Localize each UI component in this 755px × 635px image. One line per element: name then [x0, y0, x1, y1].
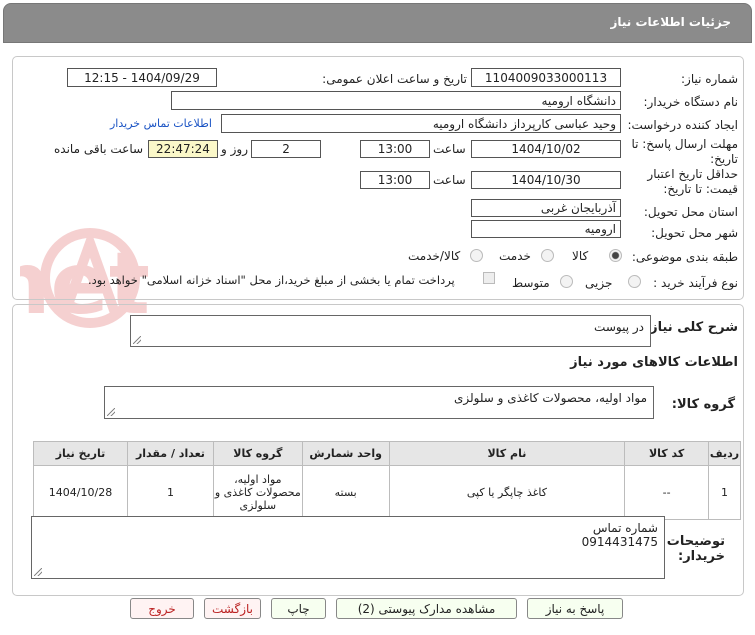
need-number-field: 1104009033000113: [471, 68, 621, 87]
purchase-radio-medium[interactable]: [560, 275, 573, 288]
cell-date: 1404/10/28: [33, 465, 128, 520]
goods-group-text: مواد اولیه، محصولات کاغذی و سلولزی: [453, 391, 647, 405]
buyer-notes-line-2: 0914431475: [581, 535, 658, 549]
purchase-type-label: نوع فرآیند خرید :: [653, 276, 738, 290]
validity-label: حداقل تاریخ اعتبار: [647, 167, 738, 181]
col-header-qty: تعداد / مقدار: [127, 441, 214, 466]
requester-field: وحید عباسی کارپرداز دانشگاه ارومیه: [221, 114, 621, 133]
view-attachments-button[interactable]: مشاهده مدارک پیوستی (2): [336, 598, 517, 619]
category-option-goods: کالا: [572, 249, 589, 263]
category-option-service: خدمت: [499, 249, 531, 263]
table-header-row: ردیف کد کالا نام کالا واحد شمارش گروه کا…: [33, 441, 741, 466]
buyer-notes-label: توضیحات: [666, 534, 725, 549]
province-field: آذربایجان غربی: [471, 199, 621, 217]
cell-qty: 1: [127, 465, 214, 520]
cell-unit: بسته: [301, 465, 390, 520]
reply-button[interactable]: پاسخ به نیاز: [527, 598, 623, 619]
remaining-time-field: 22:47:24: [148, 140, 218, 158]
cell-group: مواد اولیه، محصولات کاغذی و سلولزی: [212, 465, 303, 520]
page-title: جزئیات اطلاعات نیاز: [610, 15, 731, 29]
validity-date-field: 1404/10/30: [471, 171, 621, 189]
resize-grip-icon[interactable]: [34, 568, 42, 576]
cell-code: --: [624, 465, 710, 520]
days-label: روز و: [221, 142, 248, 156]
table-row: 1 -- کاغذ چاپگر یا کپی بسته مواد اولیه، …: [33, 465, 741, 520]
col-header-unit: واحد شمارش: [301, 441, 390, 466]
announce-field: 1404/09/29 - 12:15: [67, 68, 217, 87]
days-remaining-field: 2: [251, 140, 321, 158]
city-label: شهر محل تحویل:: [651, 226, 738, 240]
col-header-date: تاریخ نیاز: [33, 441, 128, 466]
category-radio-both[interactable]: [470, 249, 483, 262]
deadline-time-label: ساعت: [433, 142, 466, 156]
deadline-date-field: 1404/10/02: [471, 140, 621, 158]
cell-row-num: 1: [708, 465, 741, 520]
goods-group-label: گروه کالا:: [671, 397, 735, 412]
validity-time-label: ساعت: [433, 173, 466, 187]
back-button[interactable]: بازگشت: [204, 598, 261, 619]
deadline-label-2: تاریخ:: [710, 152, 738, 166]
buyer-notes-label-2: خریدار:: [678, 549, 725, 564]
cell-name: کاغذ چاپگر یا کپی: [388, 465, 626, 520]
description-textarea[interactable]: در پیوست: [130, 315, 651, 347]
buyer-notes-line-1: شماره تماس: [592, 521, 658, 535]
validity-label-2: قیمت: تا تاریخ:: [663, 182, 738, 196]
buyer-org-label: نام دستگاه خریدار:: [643, 95, 739, 109]
resize-grip-icon[interactable]: [133, 336, 141, 344]
description-text: در پیوست: [594, 320, 644, 334]
goods-table: ردیف کد کالا نام کالا واحد شمارش گروه کا…: [33, 441, 741, 520]
province-label: استان محل تحویل:: [643, 205, 738, 219]
goods-info-heading: اطلاعات کالاهای مورد نیاز: [570, 355, 738, 370]
buyer-notes-textarea[interactable]: شماره تماس 0914431475: [31, 516, 665, 579]
purchase-option-minor: جزیی: [585, 276, 613, 290]
buyer-org-field: دانشگاه ارومیه: [171, 91, 621, 110]
purchase-radio-minor[interactable]: [628, 275, 641, 288]
announce-label: تاریخ و ساعت اعلان عمومی:: [322, 72, 467, 86]
col-header-group: گروه کالا: [212, 441, 303, 466]
validity-time-field: 13:00: [360, 171, 430, 189]
exit-button[interactable]: خروج: [130, 598, 194, 619]
category-label: طبقه بندی موضوعی:: [631, 250, 738, 264]
treasury-checkbox[interactable]: [483, 272, 495, 284]
resize-grip-icon[interactable]: [107, 408, 115, 416]
col-header-code: کد کالا: [624, 441, 710, 466]
city-field: ارومیه: [471, 220, 621, 238]
description-label: شرح کلی نیاز:: [644, 320, 738, 335]
buyer-contact-link[interactable]: اطلاعات تماس خریدار: [110, 117, 212, 130]
category-radio-goods[interactable]: [609, 249, 622, 262]
treasury-note: پرداخت تمام یا بخشی از مبلغ خرید،از محل …: [88, 273, 455, 287]
requester-label: ایجاد کننده درخواست:: [627, 118, 738, 132]
goods-group-textarea[interactable]: مواد اولیه، محصولات کاغذی و سلولزی: [104, 386, 654, 419]
purchase-option-medium: متوسط: [512, 276, 550, 290]
category-option-both: کالا/خدمت: [408, 249, 461, 263]
deadline-time-field: 13:00: [360, 140, 430, 158]
col-header-name: نام کالا: [388, 441, 626, 466]
col-header-row-num: ردیف: [708, 441, 741, 466]
remaining-time-label: ساعت باقی مانده: [54, 142, 144, 156]
print-button[interactable]: چاپ: [271, 598, 326, 619]
deadline-label: مهلت ارسال پاسخ: تا: [631, 137, 738, 151]
category-radio-service[interactable]: [541, 249, 554, 262]
page-header: جزئیات اطلاعات نیاز: [3, 3, 752, 43]
need-number-label: شماره نیاز:: [681, 72, 738, 86]
